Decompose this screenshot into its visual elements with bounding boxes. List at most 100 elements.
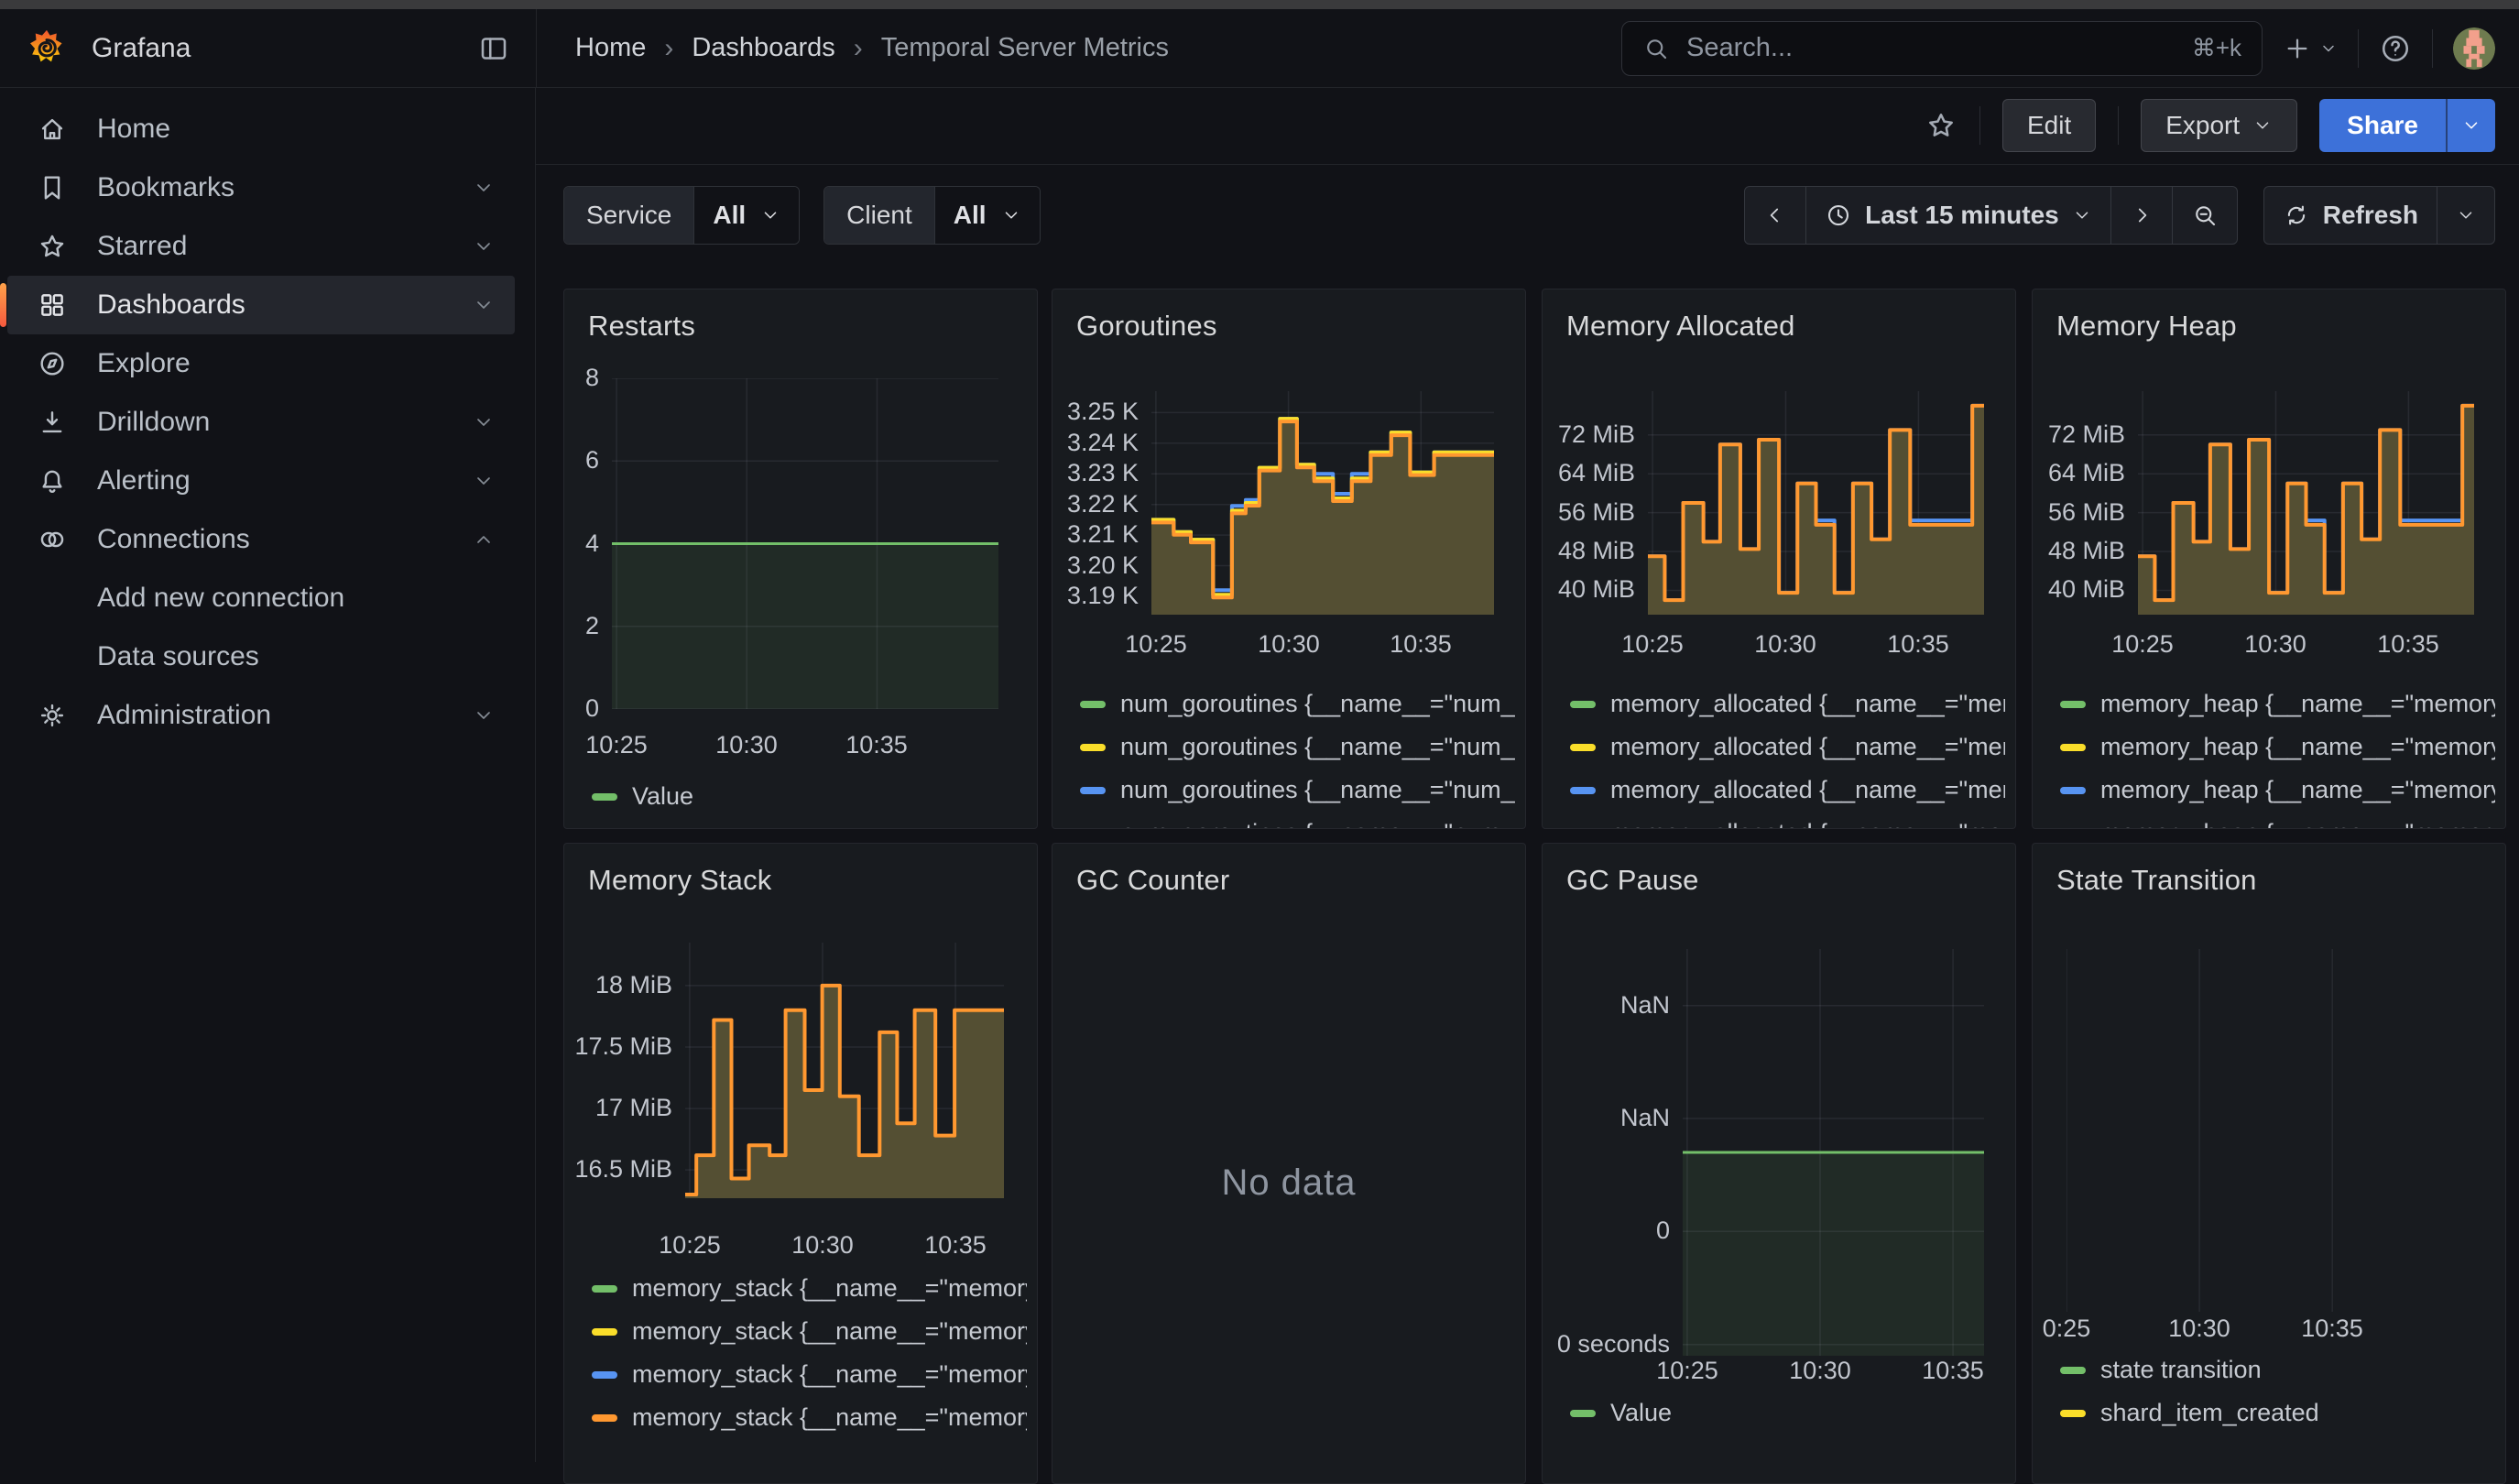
legend-item[interactable]: memory_heap {__name__="memory_h	[2060, 776, 2495, 804]
legend-item[interactable]: shard_item_created	[2060, 1399, 2319, 1427]
legend-item[interactable]: memory_stack {__name__="memory_s	[592, 1360, 1027, 1389]
x-axis-tick: 10:35	[891, 1231, 1020, 1260]
brand-name: Grafana	[92, 33, 191, 64]
legend-item[interactable]: memory_stack {__name__="memory_s	[592, 1274, 1027, 1303]
brand-area: Grafana	[0, 9, 536, 87]
share-button[interactable]: Share	[2319, 99, 2446, 152]
sidebar-item-dashboards[interactable]: Dashboards	[7, 276, 515, 334]
legend-item[interactable]: num_goroutines {__name__="num_go	[1080, 733, 1515, 761]
sidebar-item-starred[interactable]: Starred	[7, 217, 515, 276]
sidebar-toggle-icon[interactable]	[477, 32, 510, 65]
legend-item[interactable]: memory_stack {__name__="memory_s	[592, 1403, 1027, 1432]
time-shift-forward-button[interactable]	[2110, 187, 2172, 244]
legend-label: memory_allocated {__name__="memo	[1610, 690, 2005, 718]
panel-title[interactable]: GC Counter	[1076, 864, 1229, 897]
bookmark-icon	[7, 172, 97, 203]
search-input[interactable]	[1685, 32, 2177, 64]
chevron-down-icon	[473, 235, 495, 257]
sidebar-item-add-new-connection[interactable]: Add new connection	[7, 569, 515, 627]
sidebar-item-administration[interactable]: Administration	[7, 686, 515, 745]
help-button[interactable]	[2379, 32, 2412, 65]
legend-item[interactable]: memory_allocated {__name__="memo	[1570, 733, 2005, 761]
legend-item[interactable]: memory_stack {__name__="memory_s	[592, 1317, 1027, 1346]
refresh-interval-button[interactable]	[2437, 187, 2494, 244]
client-select[interactable]: All	[934, 187, 1040, 244]
time-zoom-out-button[interactable]	[2172, 187, 2237, 244]
export-button[interactable]: Export	[2141, 99, 2297, 152]
panel-title[interactable]: GC Pause	[1566, 864, 1699, 897]
chevron-down-icon	[473, 411, 495, 433]
legend-label: memory_heap {__name__="memory_h	[2100, 819, 2495, 829]
sidebar-item-connections[interactable]: Connections	[7, 510, 515, 569]
x-axis-tick: 10:35	[1357, 630, 1485, 659]
legend-swatch	[2060, 1410, 2086, 1417]
x-axis-tick: 10:25	[1588, 630, 1717, 659]
compass-icon	[7, 348, 97, 379]
variable-controls: Service All Client All	[563, 186, 1041, 245]
panel-title[interactable]: Restarts	[588, 310, 695, 343]
breadcrumb-dashboards[interactable]: Dashboards	[692, 33, 834, 63]
panel-title[interactable]: Memory Heap	[2056, 310, 2237, 343]
legend-label: memory_stack {__name__="memory_s	[632, 1274, 1027, 1303]
y-axis-tick: 48 MiB	[2033, 537, 2125, 566]
panel-title[interactable]: Memory Allocated	[1566, 310, 1795, 343]
legend-item[interactable]: memory_heap {__name__="memory_h	[2060, 690, 2495, 718]
search-box[interactable]: ⌘+k	[1621, 21, 2263, 76]
sidebar-item-label: Add new connection	[97, 583, 515, 614]
panel-gc_counter: GC CounterNo data	[1052, 843, 1526, 1484]
panel-memory_allocated: Memory Allocated72 MiB64 MiB56 MiB48 MiB…	[1542, 289, 2016, 829]
sidebar-item-home[interactable]: Home	[7, 100, 515, 158]
legend-item[interactable]: state transition	[2060, 1356, 2262, 1384]
y-axis-tick: 3.22 K	[1052, 490, 1139, 519]
legend-item[interactable]: num_goroutines {__name__="num_go	[1080, 776, 1515, 804]
time-controls: Last 15 minutes Refresh	[1744, 186, 2495, 245]
favorite-star-icon[interactable]	[1925, 109, 1957, 142]
time-range-picker[interactable]: Last 15 minutes	[1805, 187, 2110, 244]
legend-item[interactable]: memory_allocated {__name__="memo	[1570, 690, 2005, 718]
y-axis-tick: 64 MiB	[1543, 459, 1635, 488]
chart-canvas	[612, 378, 998, 709]
time-shift-back-button[interactable]	[1745, 187, 1805, 244]
panel-restarts: Restarts8642010:2510:3010:35Value	[563, 289, 1038, 829]
legend-item[interactable]: memory_allocated {__name__="memo	[1570, 819, 2005, 829]
sidebar-item-explore[interactable]: Explore	[7, 334, 515, 393]
client-variable: Client All	[823, 186, 1040, 245]
legend-item[interactable]: memory_allocated {__name__="memo	[1570, 776, 2005, 804]
x-axis-tick: 0:25	[2032, 1315, 2131, 1343]
avatar[interactable]	[2453, 27, 2495, 70]
legend-item[interactable]: num_goroutines {__name__="num_go	[1080, 690, 1515, 718]
edit-button[interactable]: Edit	[2002, 99, 2096, 152]
share-menu-button[interactable]	[2446, 99, 2495, 152]
zoom-out-icon	[2191, 202, 2219, 229]
sidebar-item-label: Alerting	[97, 465, 473, 496]
legend-label: num_goroutines {__name__="num_go	[1120, 690, 1515, 718]
sidebar-item-bookmarks[interactable]: Bookmarks	[7, 158, 515, 217]
panel-title[interactable]: State Transition	[2056, 864, 2257, 897]
panel-title[interactable]: Memory Stack	[588, 864, 772, 897]
legend-item[interactable]: Value	[1570, 1399, 1672, 1427]
chevron-down-icon	[473, 470, 495, 492]
legend-item[interactable]: memory_heap {__name__="memory_h	[2060, 819, 2495, 829]
sidebar-item-drilldown[interactable]: Drilldown	[7, 393, 515, 452]
legend-item[interactable]: num_goroutines {__name__="num_go	[1080, 819, 1515, 829]
add-button[interactable]	[2283, 34, 2338, 63]
sidebar-item-data-sources[interactable]: Data sources	[7, 627, 515, 686]
chevron-down-icon	[473, 704, 495, 726]
x-axis-tick: 10:25	[1623, 1357, 1751, 1385]
refresh-label: Refresh	[2323, 201, 2418, 230]
legend-label: memory_heap {__name__="memory_h	[2100, 690, 2495, 718]
y-axis-tick: 56 MiB	[2033, 498, 2125, 528]
legend-item[interactable]: Value	[592, 782, 693, 811]
refresh-button[interactable]: Refresh	[2264, 187, 2437, 244]
breadcrumb-home[interactable]: Home	[575, 33, 646, 63]
y-axis-tick: 56 MiB	[1543, 498, 1635, 528]
chart-canvas	[1151, 391, 1494, 615]
chevron-down-icon	[473, 294, 495, 316]
panel-title[interactable]: Goroutines	[1076, 310, 1217, 343]
chevron-down-icon	[2252, 115, 2273, 136]
y-axis-tick: 64 MiB	[2033, 459, 2125, 488]
sidebar-item-label: Explore	[97, 348, 515, 379]
sidebar-item-alerting[interactable]: Alerting	[7, 452, 515, 510]
legend-item[interactable]: memory_heap {__name__="memory_h	[2060, 733, 2495, 761]
service-select[interactable]: All	[693, 187, 799, 244]
